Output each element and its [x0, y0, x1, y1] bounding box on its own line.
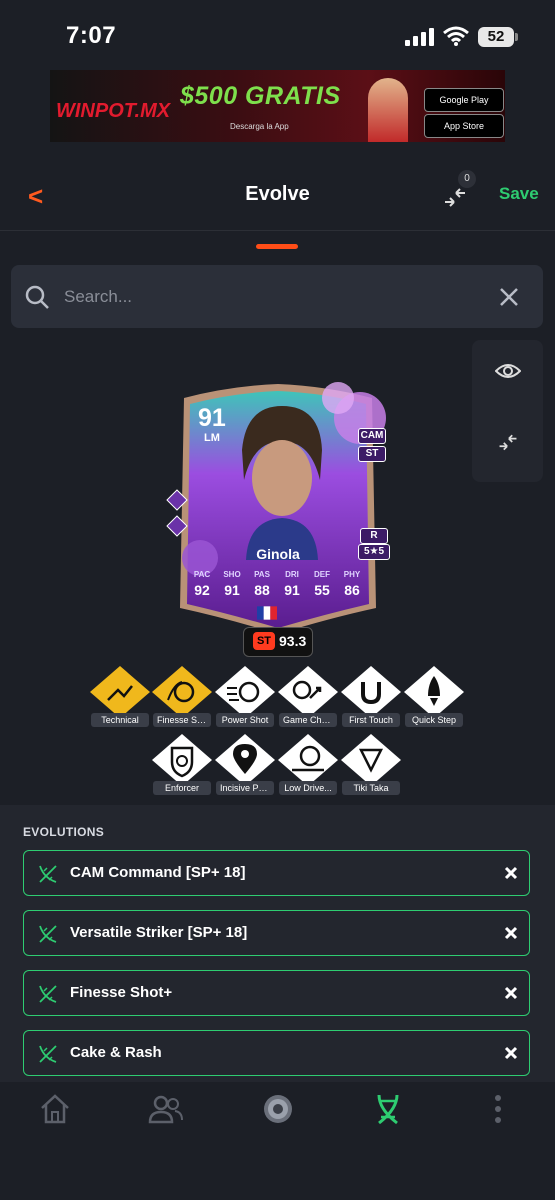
- dna-icon: [39, 925, 57, 943]
- stat-value: 55: [314, 582, 330, 598]
- compare-count-badge: 0: [458, 170, 476, 188]
- google-play-badge[interactable]: Google Play: [424, 88, 504, 112]
- status-time: 7:07: [66, 22, 117, 49]
- alt-position-chip: ST: [358, 446, 386, 462]
- search-input[interactable]: [62, 280, 486, 314]
- stat-label: PAC: [193, 570, 211, 579]
- evolution-item[interactable]: Finesse Shot+: [23, 970, 530, 1016]
- playstyle-label: Quick Step: [405, 713, 463, 727]
- playstyle-label: Power Shot: [216, 713, 274, 727]
- evolution-name: Versatile Striker [SP+ 18]: [70, 924, 248, 941]
- remove-icon[interactable]: [504, 862, 518, 884]
- ad-subtext: Descarga la App: [230, 122, 289, 131]
- eye-icon[interactable]: [495, 361, 521, 381]
- evolution-name: CAM Command [SP+ 18]: [70, 864, 246, 881]
- stat-value: 91: [284, 582, 300, 598]
- player-portrait: [242, 406, 322, 560]
- card-playstyle-icons: [166, 489, 188, 537]
- dna-icon: [39, 985, 57, 1003]
- card-position: LM: [204, 432, 220, 444]
- stat-label: DEF: [314, 570, 330, 579]
- player-name: Ginola: [256, 546, 300, 562]
- card-rating: 91: [198, 404, 226, 432]
- battery-indicator: 52: [478, 27, 514, 47]
- playstyle-label: First Touch: [342, 713, 400, 727]
- playstyle-label: Game Cha...: [279, 713, 337, 727]
- home-icon[interactable]: [38, 1092, 72, 1126]
- playstyle-label: Finesse Sh...: [153, 713, 211, 727]
- dna-icon: [39, 1045, 57, 1063]
- search-icon: [25, 285, 49, 309]
- badge-position: ST: [253, 632, 275, 650]
- ad-banner[interactable]: WINPOT.MX $500 GRATIS Descarga la App Go…: [50, 70, 505, 142]
- ad-headline: $500 GRATIS: [180, 82, 341, 110]
- france-flag-icon: [257, 606, 277, 620]
- badge-rating: 93.3: [279, 633, 307, 649]
- compare-icon[interactable]: [496, 431, 520, 453]
- stat-label: PAS: [254, 570, 270, 579]
- preferred-foot: R: [360, 528, 388, 544]
- playstyle-label: Low Drive...: [279, 781, 337, 795]
- playstyle-label: Tiki Taka: [342, 781, 400, 795]
- stat-label: PHY: [343, 570, 361, 579]
- wifi-icon: [443, 26, 469, 46]
- player-card[interactable]: 91 LM CAM ST R 5★5 Ginola PAC SHO PAS DR…: [166, 378, 390, 636]
- alt-position-chip: CAM: [358, 428, 386, 444]
- evolution-item[interactable]: Versatile Striker [SP+ 18]: [23, 910, 530, 956]
- stat-label: SHO: [223, 570, 241, 579]
- ad-model-image: [368, 78, 408, 142]
- ad-brand: WINPOT.MX: [56, 100, 171, 122]
- evolution-name: Finesse Shot+: [70, 984, 173, 1001]
- evolve-dna-icon[interactable]: [375, 1093, 401, 1125]
- battery-tip: [515, 33, 518, 41]
- app-store-badge[interactable]: App Store: [424, 114, 504, 138]
- remove-icon[interactable]: [504, 1042, 518, 1064]
- dna-icon: [39, 865, 57, 883]
- remove-icon[interactable]: [504, 922, 518, 944]
- tab-indicator: [256, 244, 298, 249]
- evolution-item[interactable]: CAM Command [SP+ 18]: [23, 850, 530, 896]
- evolutions-title: EVOLUTIONS: [23, 825, 105, 839]
- remove-icon[interactable]: [504, 982, 518, 1004]
- more-icon[interactable]: [493, 1094, 503, 1124]
- club-icon[interactable]: [262, 1093, 294, 1125]
- save-button[interactable]: Save: [499, 184, 539, 204]
- stat-value: 91: [224, 582, 240, 598]
- stat-value: 88: [254, 582, 270, 598]
- evolution-name: Cake & Rash: [70, 1044, 162, 1061]
- stat-value: 92: [194, 582, 210, 598]
- compare-icon[interactable]: [442, 184, 468, 210]
- playstyle-label: Incisive Pa...: [216, 781, 274, 795]
- evolution-item[interactable]: Cake & Rash: [23, 1030, 530, 1076]
- stat-label: DRI: [285, 570, 299, 579]
- playstyle-label: Technical: [91, 713, 149, 727]
- squad-icon[interactable]: [148, 1094, 184, 1124]
- playstyle-label: Enforcer: [153, 781, 211, 795]
- signal-icon: [405, 28, 434, 46]
- clear-search-icon[interactable]: [498, 286, 520, 308]
- stat-value: 86: [344, 582, 360, 598]
